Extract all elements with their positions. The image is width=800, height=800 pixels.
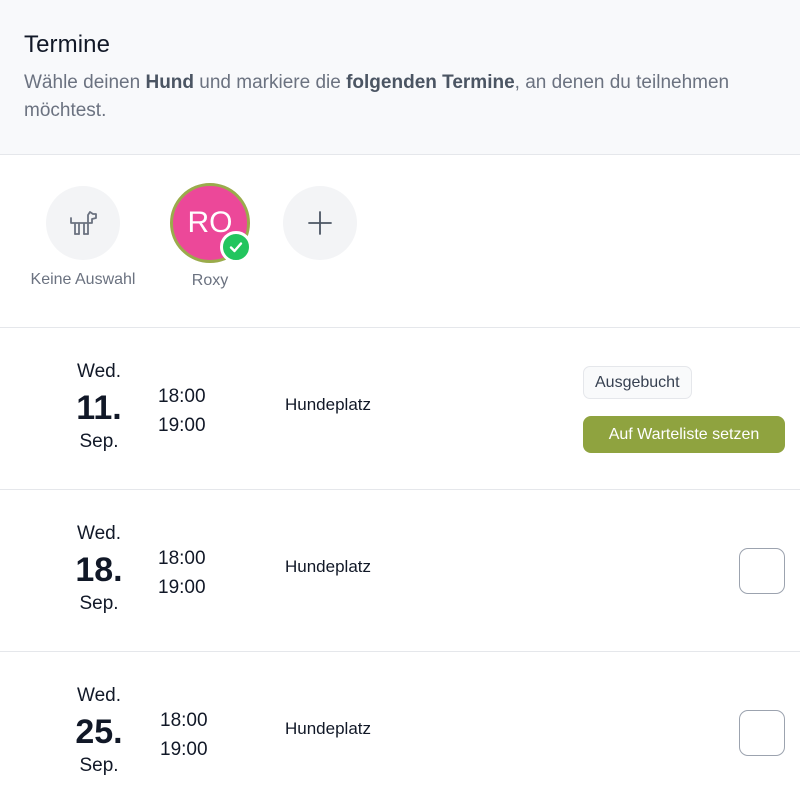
status-badge: Ausgebucht (583, 366, 692, 399)
appointment-row: Wed. 18. Sep. 18:00 19:00 Hundeplatz (0, 490, 800, 652)
appointment-location: Hundeplatz (285, 719, 372, 738)
page-title: Termine (24, 31, 111, 58)
check-icon (220, 231, 252, 263)
dog-name-none: Keine Auswahl (30, 271, 136, 288)
month: Sep. (79, 755, 119, 776)
appointment-checkbox[interactable] (739, 710, 785, 756)
appointment-time: 18:00 19:00 (160, 706, 208, 764)
day: 25. (75, 713, 123, 751)
appointment-location: Hundeplatz (285, 557, 372, 576)
dog-icon (70, 211, 97, 235)
appointment-date: Wed. 18. Sep. (58, 490, 140, 615)
month: Sep. (79, 593, 119, 614)
weekday: Wed. (76, 685, 121, 706)
start-time: 18:00 (160, 710, 208, 731)
start-time: 18:00 (158, 386, 206, 407)
dog-avatar-none[interactable] (46, 186, 120, 260)
appointment-row: Wed. 25. Sep. 18:00 19:00 Hundeplatz (0, 652, 800, 800)
appointment-date: Wed. 25. Sep. (58, 652, 140, 777)
add-dog-button[interactable] (283, 186, 357, 260)
dog-option-roxy[interactable]: RO Roxy (170, 183, 252, 290)
appointment-time: 18:00 19:00 (158, 544, 206, 602)
day: 18. (75, 551, 123, 589)
dog-name-roxy: Roxy (191, 272, 229, 289)
add-dog-circle[interactable] (283, 186, 357, 260)
end-time: 19:00 (158, 577, 206, 598)
appointment-time: 18:00 19:00 (158, 382, 206, 440)
end-time: 19:00 (158, 415, 206, 436)
appointment-date: Wed. 11. Sep. (58, 328, 140, 453)
header: Termine Wähle deinen Hund und markiere d… (0, 0, 800, 155)
plus-icon (308, 211, 332, 235)
avatar[interactable]: RO (170, 183, 252, 263)
page-description: Wähle deinen Hund und markiere die folge… (24, 72, 730, 121)
dog-selector: Keine Auswahl RO Roxy (0, 155, 800, 328)
appointment-checkbox[interactable] (739, 548, 785, 594)
end-time: 19:00 (160, 739, 208, 760)
appointment-location: Hundeplatz (285, 395, 372, 414)
month: Sep. (79, 431, 119, 452)
appointment-row: Wed. 11. Sep. 18:00 19:00 Hundeplatz Aus… (0, 328, 800, 490)
weekday: Wed. (76, 523, 121, 544)
weekday: Wed. (76, 361, 121, 382)
start-time: 18:00 (158, 548, 206, 569)
dog-option-none[interactable]: Keine Auswahl (24, 186, 142, 289)
waitlist-button[interactable]: Auf Warteliste setzen (583, 416, 785, 453)
day: 11. (76, 389, 122, 427)
